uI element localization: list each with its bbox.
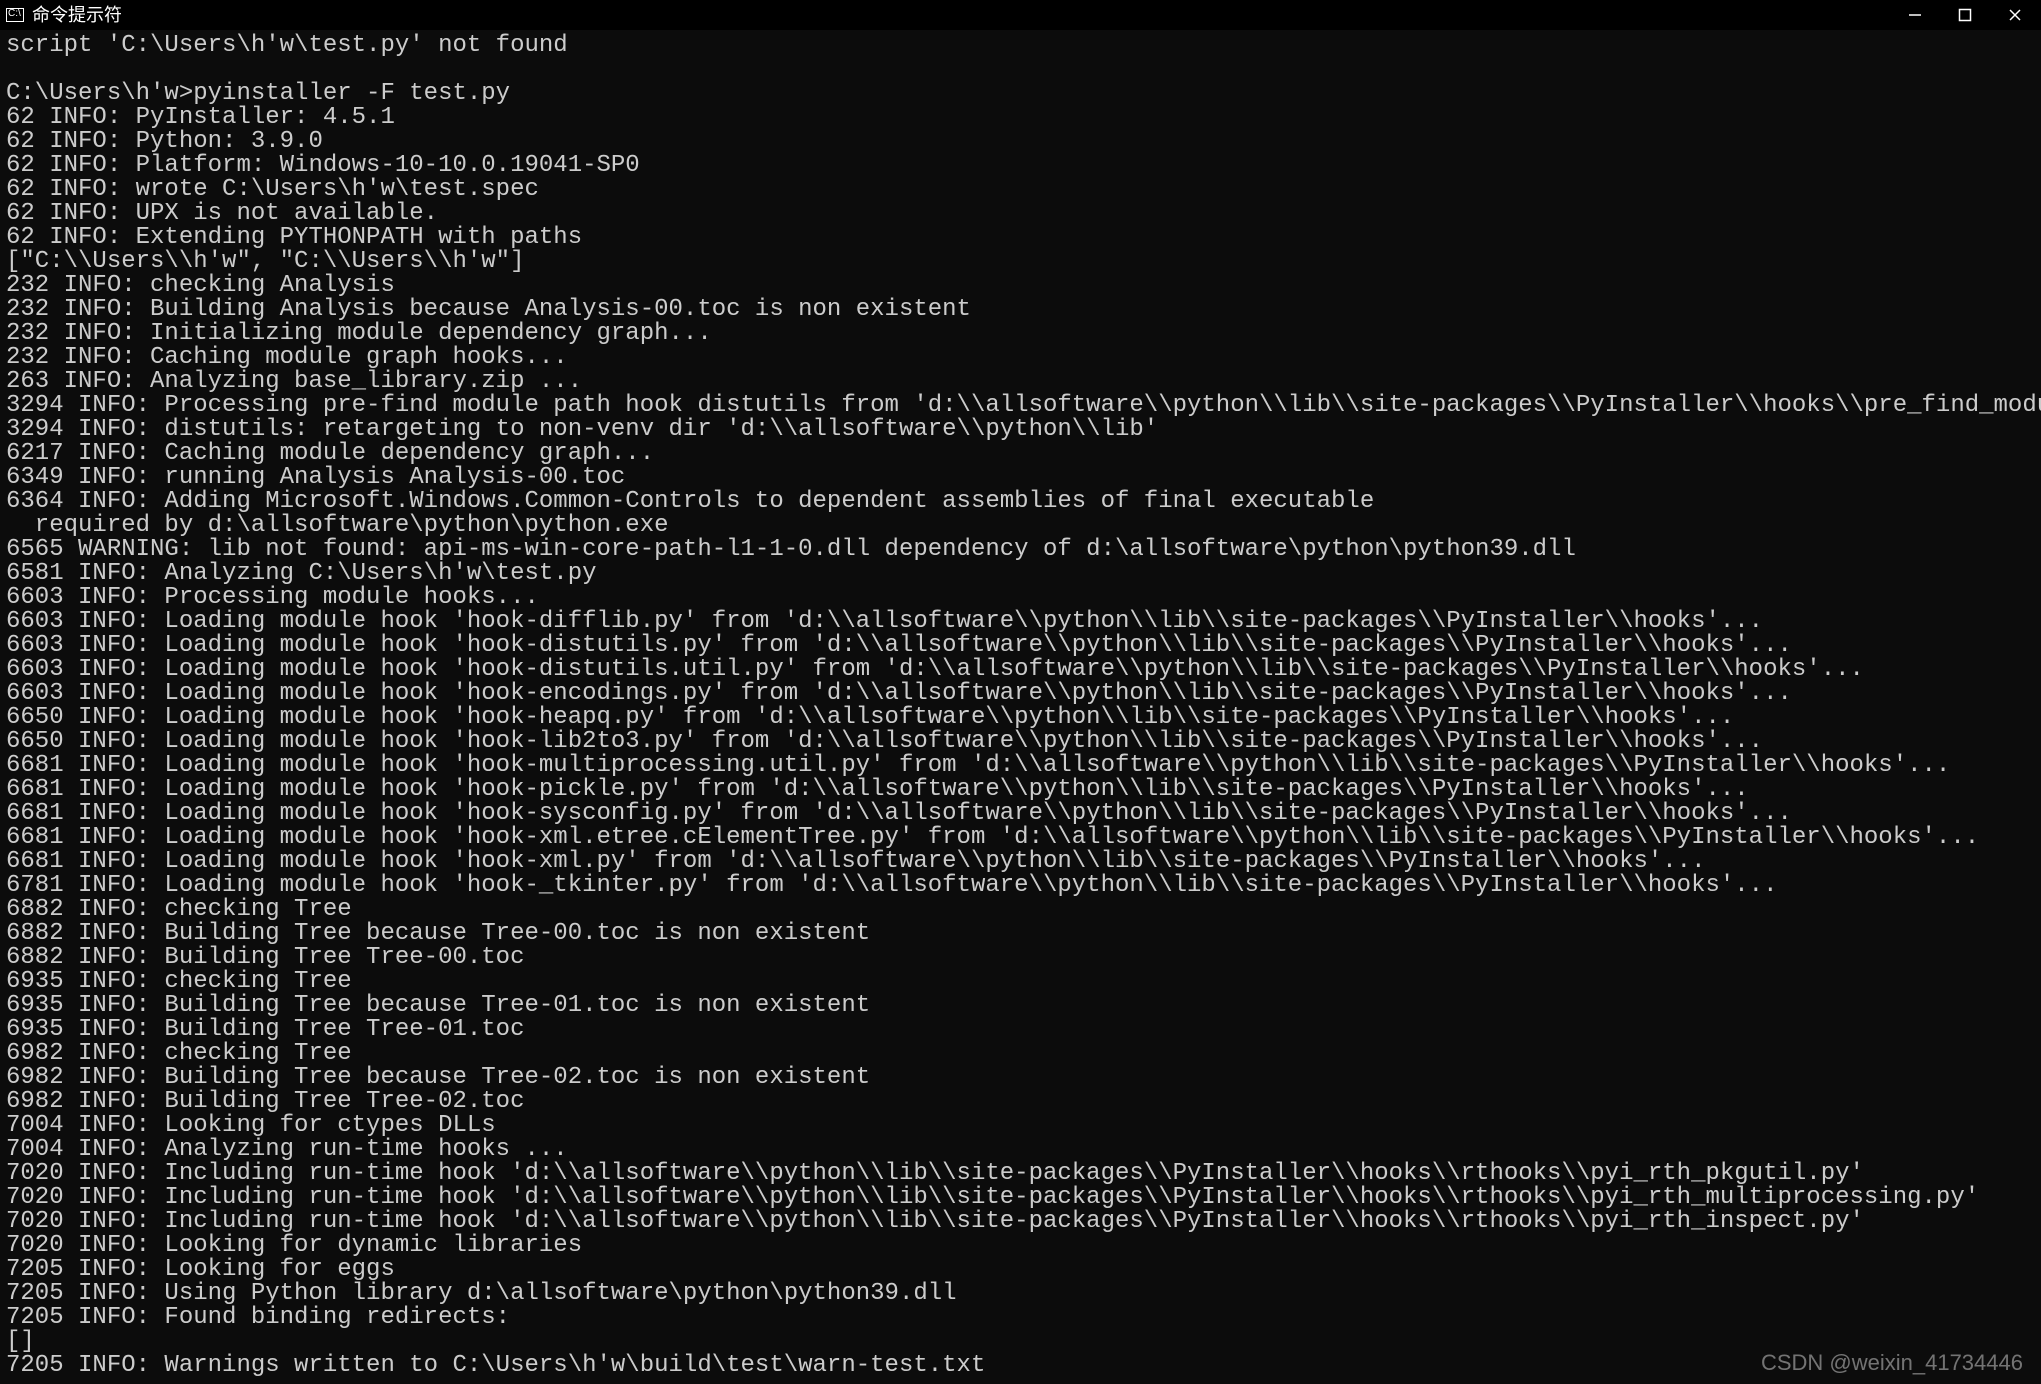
terminal-line: 6982 INFO: Building Tree because Tree-02… [6,1066,2035,1090]
terminal-line: 7004 INFO: Analyzing run-time hooks ... [6,1138,2035,1162]
terminal-line: required by d:\allsoftware\python\python… [6,514,2035,538]
terminal-line: 62 INFO: wrote C:\Users\h'w\test.spec [6,178,2035,202]
terminal-line: 6603 INFO: Loading module hook 'hook-enc… [6,682,2035,706]
terminal-line: 7205 INFO: Looking for eggs [6,1258,2035,1282]
titlebar-left: C:\ 命令提示符 [6,6,122,24]
terminal-line [6,58,2035,82]
terminal-line: 6603 INFO: Loading module hook 'hook-dis… [6,634,2035,658]
terminal-line: 7205 INFO: Warnings written to C:\Users\… [6,1354,2035,1378]
terminal-line: 62 INFO: Python: 3.9.0 [6,130,2035,154]
terminal-line: 6882 INFO: checking Tree [6,898,2035,922]
terminal-line: 6882 INFO: Building Tree Tree-00.toc [6,946,2035,970]
terminal-line: 7020 INFO: Including run-time hook 'd:\\… [6,1186,2035,1210]
terminal-line: 6681 INFO: Loading module hook 'hook-xml… [6,850,2035,874]
terminal-line: 6650 INFO: Loading module hook 'hook-hea… [6,706,2035,730]
maximize-button[interactable] [1955,5,1975,25]
terminal-line: 6781 INFO: Loading module hook 'hook-_tk… [6,874,2035,898]
terminal-line: 6650 INFO: Loading module hook 'hook-lib… [6,730,2035,754]
terminal-line: 6581 INFO: Analyzing C:\Users\h'w\test.p… [6,562,2035,586]
terminal-line: 6349 INFO: running Analysis Analysis-00.… [6,466,2035,490]
terminal-line: 6935 INFO: checking Tree [6,970,2035,994]
terminal-line: 6681 INFO: Loading module hook 'hook-pic… [6,778,2035,802]
terminal-line: 6882 INFO: Building Tree because Tree-00… [6,922,2035,946]
terminal-line: 6681 INFO: Loading module hook 'hook-mul… [6,754,2035,778]
terminal-line: 7020 INFO: Looking for dynamic libraries [6,1234,2035,1258]
terminal-line: 7205 INFO: Using Python library d:\allso… [6,1282,2035,1306]
terminal-line: 232 INFO: checking Analysis [6,274,2035,298]
terminal-line: 263 INFO: Analyzing base_library.zip ... [6,370,2035,394]
terminal-output[interactable]: script 'C:\Users\h'w\test.py' not found C… [0,30,2041,1378]
terminal-line: 3294 INFO: Processing pre-find module pa… [6,394,2035,418]
window-titlebar[interactable]: C:\ 命令提示符 [0,0,2041,30]
terminal-line: 7020 INFO: Including run-time hook 'd:\\… [6,1162,2035,1186]
terminal-line: 232 INFO: Caching module graph hooks... [6,346,2035,370]
terminal-line: 62 INFO: PyInstaller: 4.5.1 [6,106,2035,130]
terminal-line: ["C:\\Users\\h'w", "C:\\Users\\h'w"] [6,250,2035,274]
terminal-line: 62 INFO: UPX is not available. [6,202,2035,226]
terminal-line: 6982 INFO: Building Tree Tree-02.toc [6,1090,2035,1114]
terminal-line: 6681 INFO: Loading module hook 'hook-xml… [6,826,2035,850]
terminal-line: 6565 WARNING: lib not found: api-ms-win-… [6,538,2035,562]
terminal-line: 6935 INFO: Building Tree because Tree-01… [6,994,2035,1018]
terminal-line: 6217 INFO: Caching module dependency gra… [6,442,2035,466]
terminal-line: [] [6,1330,2035,1354]
terminal-line: 6603 INFO: Loading module hook 'hook-dif… [6,610,2035,634]
window-title: 命令提示符 [32,6,122,24]
terminal-line: 232 INFO: Building Analysis because Anal… [6,298,2035,322]
terminal-line: 3294 INFO: distutils: retargeting to non… [6,418,2035,442]
terminal-line: 6982 INFO: checking Tree [6,1042,2035,1066]
terminal-line: 6935 INFO: Building Tree Tree-01.toc [6,1018,2035,1042]
terminal-line: C:\Users\h'w>pyinstaller -F test.py [6,82,2035,106]
terminal-line: 62 INFO: Extending PYTHONPATH with paths [6,226,2035,250]
terminal-line: 6364 INFO: Adding Microsoft.Windows.Comm… [6,490,2035,514]
terminal-line: 232 INFO: Initializing module dependency… [6,322,2035,346]
watermark-text: CSDN @weixin_41734446 [1761,1352,2023,1374]
terminal-line: 7004 INFO: Looking for ctypes DLLs [6,1114,2035,1138]
terminal-line: 7205 INFO: Found binding redirects: [6,1306,2035,1330]
cmd-icon: C:\ [6,8,24,22]
terminal-line: 7020 INFO: Including run-time hook 'd:\\… [6,1210,2035,1234]
window-controls [1905,5,2035,25]
terminal-line: 6603 INFO: Loading module hook 'hook-dis… [6,658,2035,682]
terminal-line: 62 INFO: Platform: Windows-10-10.0.19041… [6,154,2035,178]
minimize-button[interactable] [1905,5,1925,25]
terminal-line: script 'C:\Users\h'w\test.py' not found [6,34,2035,58]
close-button[interactable] [2005,5,2025,25]
terminal-line: 6603 INFO: Processing module hooks... [6,586,2035,610]
terminal-line: 6681 INFO: Loading module hook 'hook-sys… [6,802,2035,826]
